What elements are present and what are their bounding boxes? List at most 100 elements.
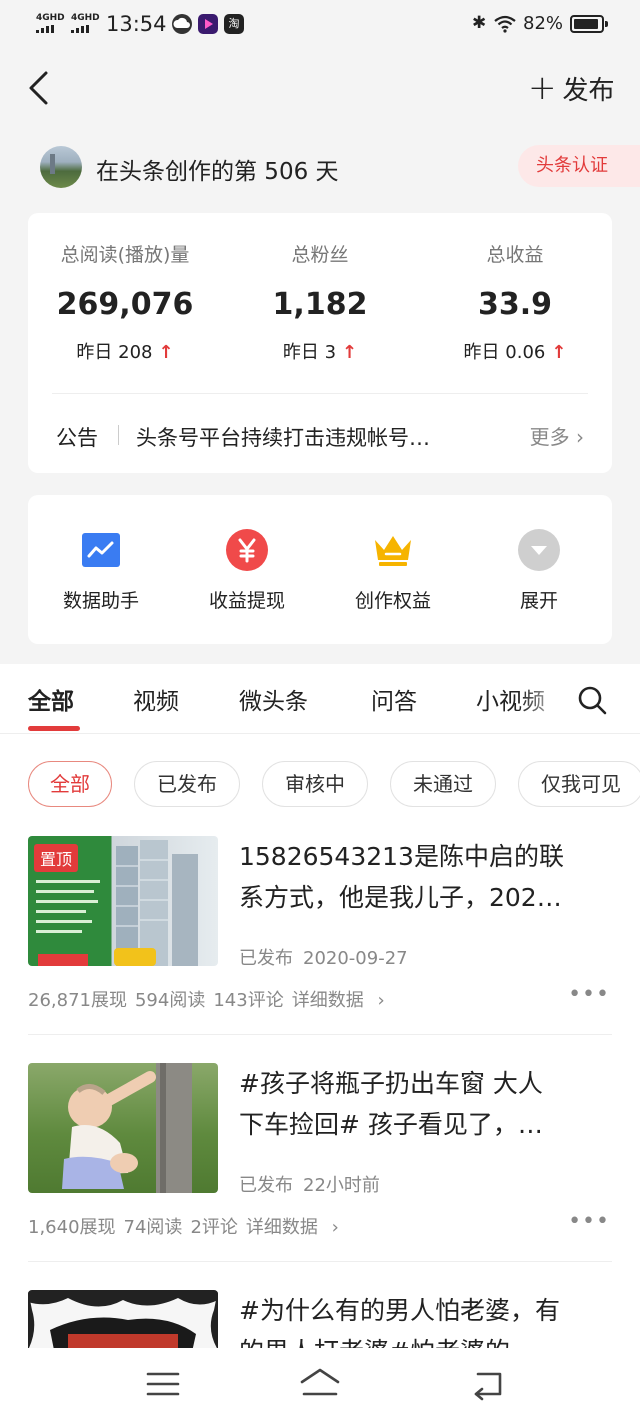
arrow-up-icon: ↑ [342, 342, 358, 363]
comments-count: 2评论 [190, 1217, 238, 1238]
article-title-line: 的男人打老婆#怕老婆的 [239, 1331, 611, 1348]
back-nav-icon[interactable] [470, 1366, 510, 1402]
search-icon[interactable] [576, 684, 608, 716]
creation-days-text: 在头条创作的第 506 天 [96, 159, 339, 185]
signal-indicator-sim1: 4GHD [36, 14, 65, 33]
article-title-line: 下车捡回# 孩子看见了，… [239, 1110, 543, 1139]
stats-card: 总阅读(播放)量 269,076 昨日 208 ↑ 总粉丝 1,182 昨日 3 ↑… [28, 213, 612, 473]
notice-more-label: 更多 [529, 425, 570, 449]
tab-qa[interactable]: 问答 [371, 682, 417, 716]
network-type-label: 4GHD [71, 13, 100, 23]
back-button[interactable] [26, 70, 66, 110]
signal-indicator-sim2: 4GHD [71, 14, 100, 33]
content-section: 全部 视频 微头条 问答 小视频 全部 已发布 审核中 未通过 仅我可见 置顶 … [0, 664, 640, 1422]
crown-icon [371, 528, 415, 572]
chip-published[interactable]: 已发布 [134, 761, 240, 807]
tool-label: 收益提现 [208, 590, 285, 612]
chip-private[interactable]: 仅我可见 [518, 761, 640, 807]
tool-label: 数据助手 [62, 590, 139, 612]
article-thumbnail[interactable]: 置顶 [28, 836, 218, 966]
notice-label: 公告 [56, 426, 98, 450]
publish-button[interactable]: + 发布 [528, 70, 615, 106]
detail-data-link[interactable]: 详细数据 › [292, 990, 393, 1011]
stat-yesterday-value: 昨日 208 [76, 342, 153, 363]
tab-video[interactable]: 视频 [133, 682, 179, 716]
publish-label: 发布 [562, 75, 615, 106]
tool-label: 展开 [519, 590, 558, 612]
chevron-right-icon: › [576, 425, 584, 449]
chevron-left-icon [29, 71, 48, 105]
tool-income-withdraw[interactable]: 收益提现 [174, 528, 320, 613]
content-tabs: 全部 视频 微头条 问答 小视频 [0, 664, 640, 734]
network-type-label: 4GHD [36, 13, 65, 23]
more-options-icon[interactable]: ••• [568, 1209, 610, 1234]
stat-value: 1,182 [272, 287, 368, 322]
expand-icon [517, 528, 561, 572]
article-thumbnail[interactable] [28, 1063, 218, 1193]
home-icon[interactable] [300, 1366, 340, 1402]
active-tab-indicator [28, 726, 80, 731]
impressions-count: 26,871展现 [28, 990, 127, 1011]
article-title[interactable]: 15826543213是陈中启的联 系方式，他是我儿子，202… [239, 836, 611, 918]
tool-creator-benefits[interactable]: 创作权益 [320, 528, 466, 613]
article-item[interactable]: 置顶 15826543213是陈中启的联 系方式，他是我儿子，202… 已发布 2… [0, 836, 640, 1046]
system-nav-bar [0, 1348, 640, 1422]
chevron-right-icon: › [377, 990, 385, 1011]
chip-reviewing[interactable]: 审核中 [262, 761, 368, 807]
stat-label: 总阅读(播放)量 [60, 244, 190, 266]
more-options-icon[interactable]: ••• [568, 982, 610, 1007]
menu-icon[interactable] [144, 1366, 184, 1402]
article-metrics: 26,871展现 594阅读 143评论 详细数据 › [28, 986, 401, 1012]
chip-all[interactable]: 全部 [28, 761, 112, 807]
detail-data-link[interactable]: 详细数据 › [246, 1217, 347, 1238]
stat-yesterday-value: 昨日 3 [282, 342, 337, 363]
article-title[interactable]: #孩子将瓶子扔出车窗 大人 下车捡回# 孩子看见了，… [239, 1063, 611, 1145]
divider [52, 393, 588, 394]
notice-more-link[interactable]: 更多 › [530, 421, 584, 450]
pinned-badge: 置顶 [34, 844, 79, 872]
taobao-icon: 淘 [224, 14, 244, 34]
chevron-right-icon: › [331, 1217, 339, 1238]
article-title[interactable]: #为什么有的男人怕老婆，有 的男人打老婆#怕老婆的 [239, 1290, 611, 1348]
article-metrics: 1,640展现 74阅读 2评论 详细数据 › [28, 1213, 355, 1239]
article-date: 22小时前 [303, 1175, 380, 1196]
article-item[interactable]: #为什么有的男人怕老婆，有 的男人打老婆#怕老婆的 [0, 1290, 640, 1348]
stat-yesterday: 昨日 3 ↑ [223, 338, 417, 364]
tool-label: 创作权益 [354, 590, 431, 612]
article-thumbnail[interactable] [28, 1290, 218, 1348]
tool-data-assistant[interactable]: 数据助手 [28, 528, 174, 613]
article-title-line: 系方式，他是我儿子，202… [239, 883, 562, 912]
tool-expand[interactable]: 展开 [466, 528, 612, 613]
status-bar: 4GHD 4GHD 13:54 淘 ✱ 82% [0, 0, 640, 50]
arrow-up-icon: ↑ [158, 342, 174, 363]
article-title-line: #为什么有的男人怕老婆，有 [239, 1296, 560, 1325]
article-item[interactable]: #孩子将瓶子扔出车窗 大人 下车捡回# 孩子看见了，… 已发布 22小时前 1,6… [0, 1063, 640, 1273]
avatar[interactable] [40, 146, 82, 188]
tab-all[interactable]: 全部 [28, 682, 74, 716]
status-time: 13:54 [106, 12, 167, 36]
divider [28, 1261, 612, 1262]
verification-badge[interactable]: 头条认证 [518, 145, 640, 187]
reads-count: 594阅读 [134, 990, 206, 1011]
article-status: 已发布 22小时前 [239, 1171, 380, 1197]
stat-yesterday: 昨日 0.06 ↑ [418, 338, 612, 364]
stat-label: 总收益 [486, 244, 544, 266]
tab-fade-overlay [520, 668, 570, 728]
stat-yesterday-value: 昨日 0.06 [463, 342, 546, 363]
video-app-icon [198, 14, 218, 34]
stat-yesterday: 昨日 208 ↑ [28, 338, 222, 364]
article-title-line: 15826543213是陈中启的联 [239, 842, 564, 871]
comments-count: 143评论 [213, 990, 284, 1011]
article-status-label: 已发布 [239, 1175, 293, 1196]
chip-rejected[interactable]: 未通过 [390, 761, 496, 807]
plus-icon: + [528, 68, 557, 108]
divider [28, 1034, 612, 1035]
notice-text[interactable]: 头条号平台持续打击违规帐号… [136, 422, 492, 452]
article-thumbnail-art [62, 1063, 192, 1193]
detail-data-label: 详细数据 [245, 1217, 318, 1238]
detail-data-label: 详细数据 [291, 990, 364, 1011]
cloud-icon [172, 14, 192, 34]
article-thumbnail-art [28, 1290, 218, 1348]
wifi-icon [494, 15, 516, 33]
tab-micro-post[interactable]: 微头条 [239, 682, 308, 716]
